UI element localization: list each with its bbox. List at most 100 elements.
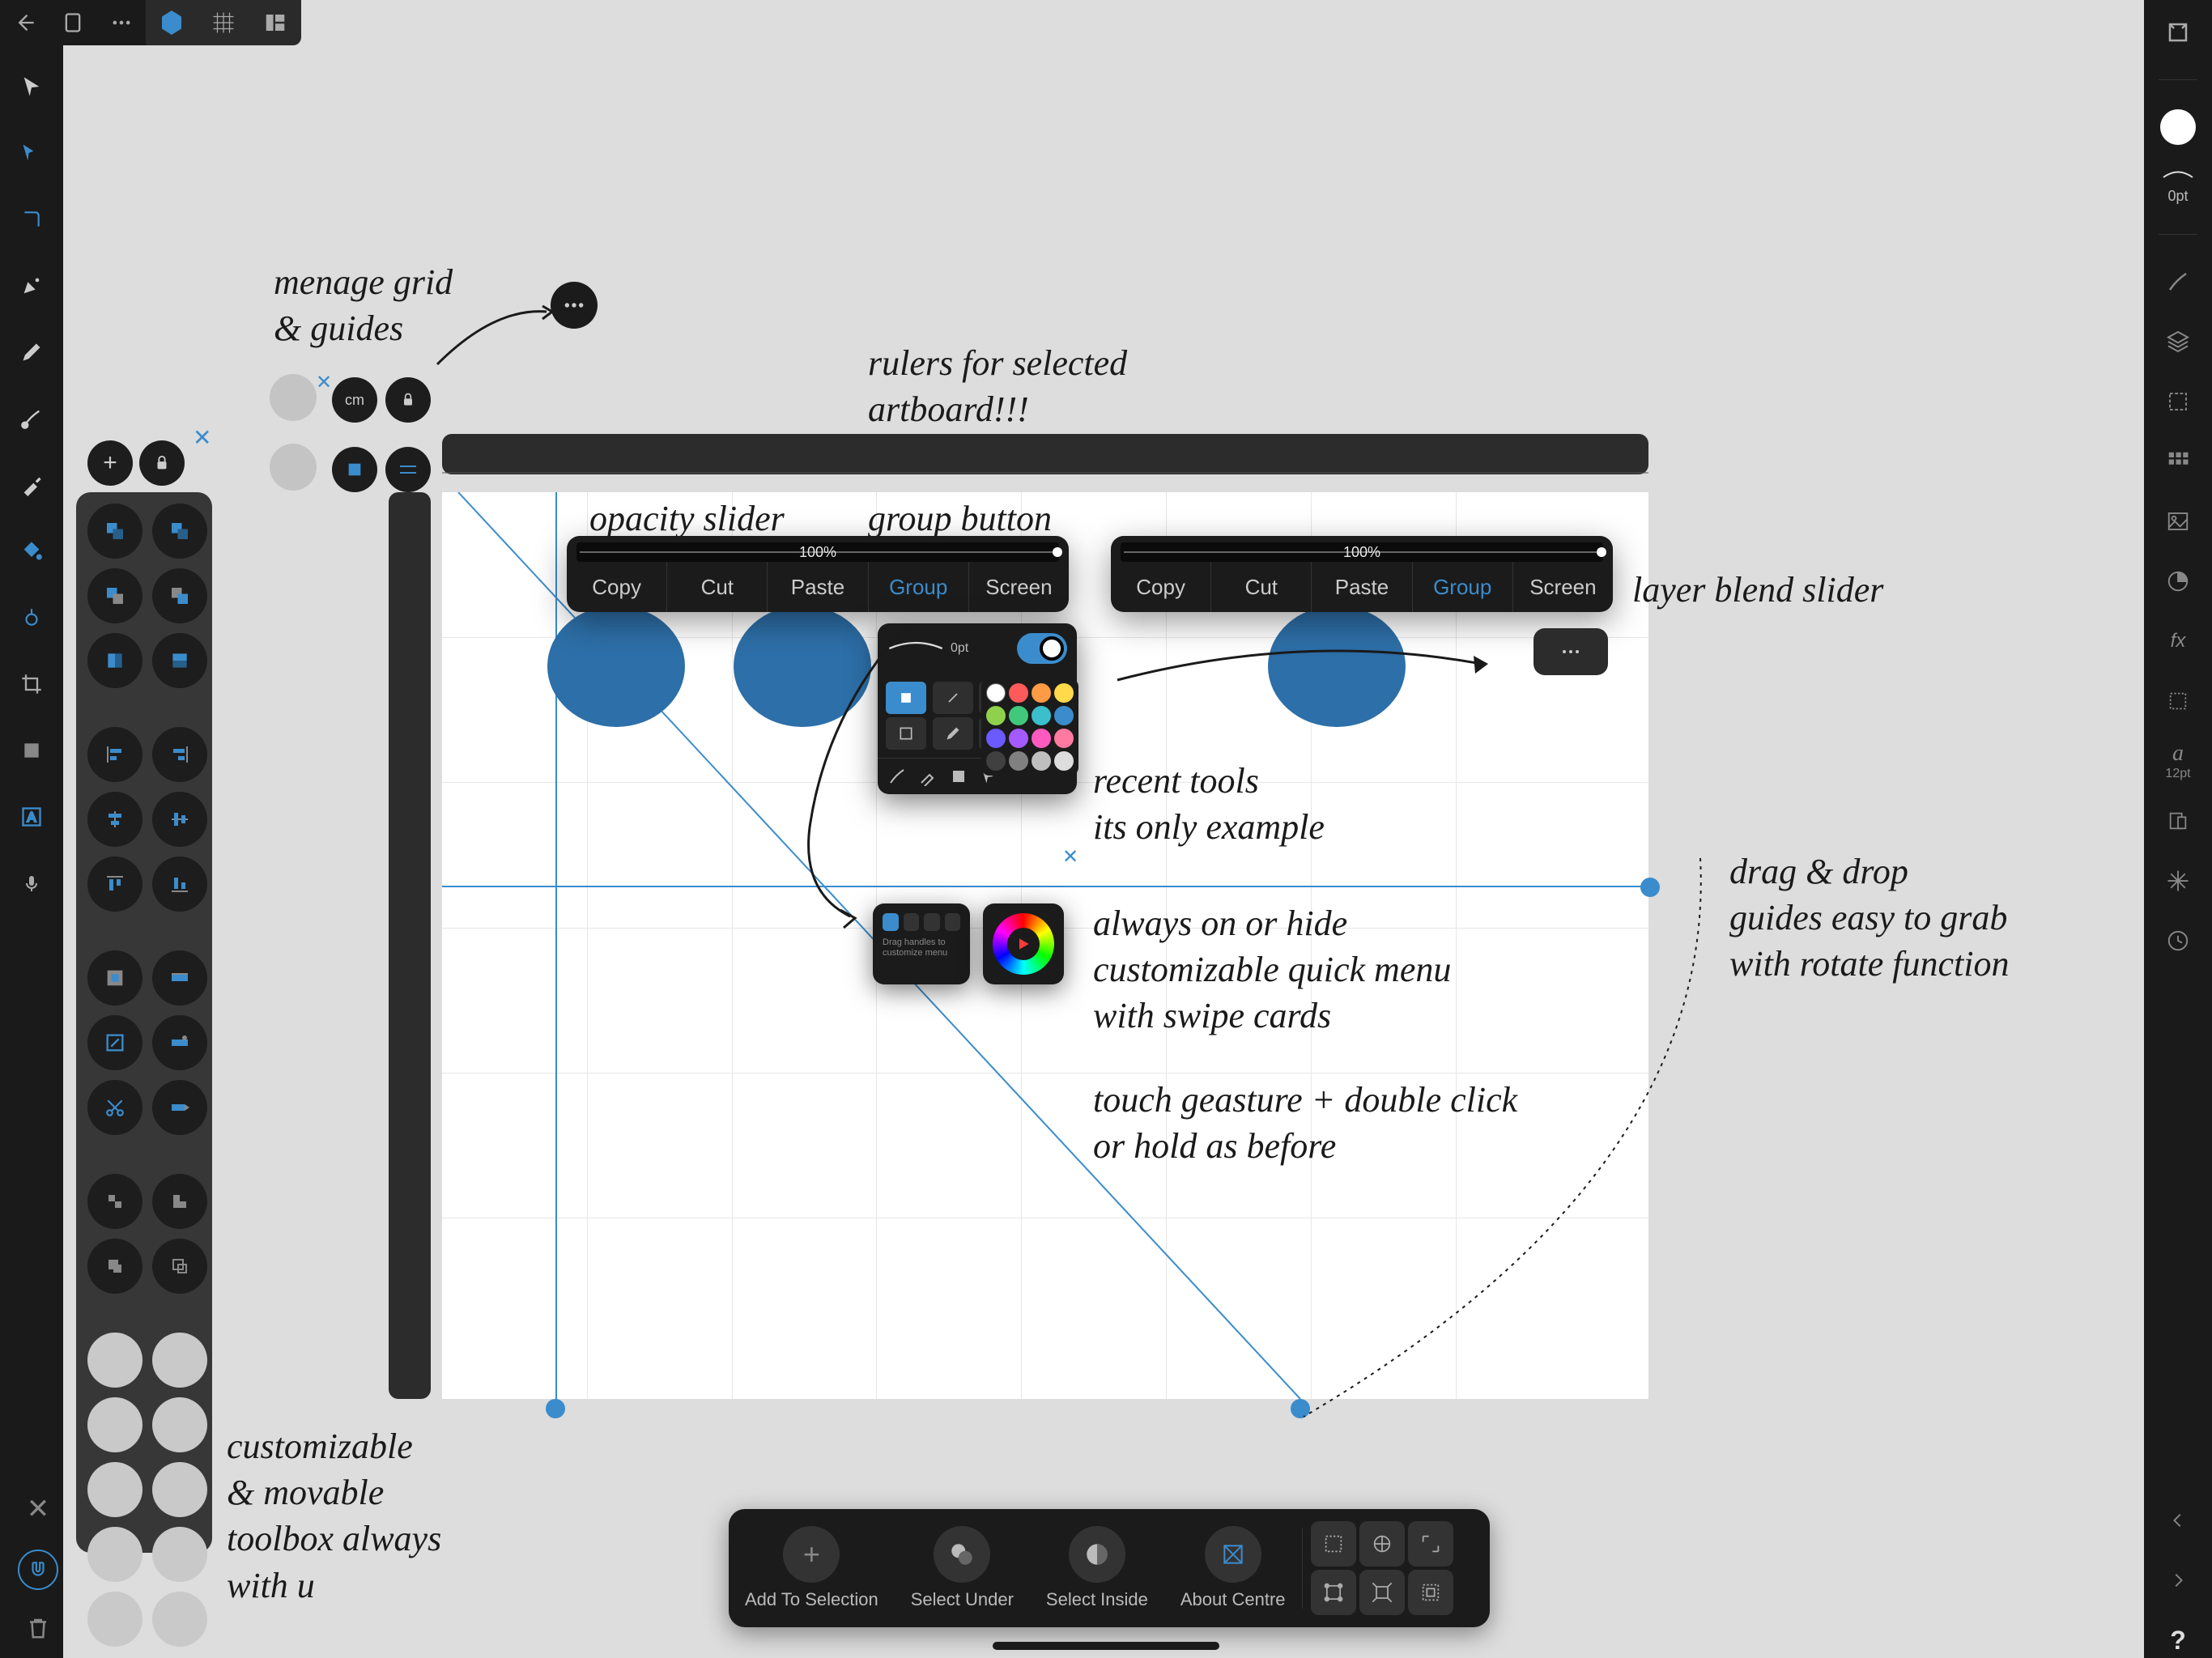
guide-handle[interactable] [1640, 878, 1660, 897]
transform-option-icon[interactable] [1408, 1570, 1453, 1615]
toolbox-btn[interactable] [152, 950, 207, 1005]
close-toolbox-icon[interactable]: ✕ [193, 424, 211, 451]
toolbox-btn[interactable] [87, 1239, 143, 1294]
color-swatch[interactable] [1054, 706, 1074, 725]
vertical-ruler[interactable] [389, 492, 431, 1399]
panels-toggle-icon[interactable] [261, 8, 290, 37]
toolbox-empty-slot[interactable] [152, 1462, 207, 1517]
selection-panel-icon[interactable] [2160, 384, 2196, 419]
toolbox-btn[interactable] [87, 504, 143, 559]
paste-button[interactable]: Paste [1312, 562, 1412, 612]
color-swatch[interactable] [986, 683, 1006, 703]
toolbox-btn[interactable] [152, 1080, 207, 1135]
toolbox-empty-slot[interactable] [87, 1592, 143, 1647]
transform-option-icon[interactable] [1359, 1521, 1405, 1567]
align-left-btn[interactable] [87, 727, 143, 782]
brush-icon[interactable] [887, 767, 907, 786]
rectangle-tool-icon[interactable] [15, 733, 49, 767]
blend-mode-button[interactable]: Screen [1513, 562, 1613, 612]
transform-option-icon[interactable] [1311, 1570, 1356, 1615]
transform-option-icon[interactable] [1359, 1570, 1405, 1615]
close-icon[interactable]: ✕ [27, 1493, 50, 1525]
fill-tool-icon[interactable] [15, 534, 49, 568]
align-vcenter-btn[interactable] [152, 792, 207, 847]
group-button[interactable]: Group [1413, 562, 1513, 612]
toolbox-btn[interactable] [152, 1174, 207, 1229]
guides-button[interactable] [385, 447, 431, 492]
pencil-tool-icon[interactable] [15, 335, 49, 369]
brush-panel-icon[interactable] [2160, 264, 2196, 300]
color-wheel-icon[interactable] [993, 913, 1054, 975]
color-wheel-card[interactable] [983, 903, 1064, 984]
color-swatch[interactable] [1032, 729, 1051, 748]
swatches-panel-icon[interactable] [2160, 444, 2196, 479]
cm-unit-button[interactable]: cm [332, 377, 377, 423]
recent-tool-icon[interactable] [886, 717, 926, 750]
corner-tool-icon[interactable] [15, 202, 49, 236]
lock-grid-button[interactable] [385, 377, 431, 423]
mic-tool-icon[interactable] [15, 866, 49, 900]
select-inside-button[interactable]: Select Inside [1030, 1526, 1164, 1610]
grid-toggle-icon[interactable] [209, 8, 238, 37]
about-centre-button[interactable]: About Centre [1164, 1526, 1302, 1610]
blend-slider[interactable]: 100% [1121, 542, 1603, 562]
color-swatch[interactable] [1054, 683, 1074, 703]
context-overflow-button[interactable] [1534, 628, 1608, 675]
eyedropper-icon[interactable] [918, 767, 938, 786]
move-tool-icon[interactable] [15, 70, 49, 104]
toolbox-btn[interactable] [152, 504, 207, 559]
crop-tool-icon[interactable] [15, 667, 49, 701]
color-swatch[interactable] [1032, 683, 1051, 703]
color-swatch[interactable] [1032, 751, 1051, 771]
color-swatch[interactable] [1009, 706, 1028, 725]
toolbox-empty-slot[interactable] [87, 1333, 143, 1388]
quick-menu-card[interactable]: Drag handles tocustomize menu [873, 903, 970, 984]
cut-btn[interactable] [87, 1080, 143, 1135]
color-swatch[interactable] [1054, 751, 1074, 771]
toolbox-empty-slot[interactable] [152, 1397, 207, 1452]
toolbox-btn[interactable] [87, 950, 143, 1005]
toolbox-empty-slot[interactable] [152, 1592, 207, 1647]
overflow-menu-icon[interactable] [107, 8, 136, 37]
shape-blob[interactable] [1268, 606, 1406, 727]
grid-preset-slot[interactable] [270, 444, 317, 491]
toolbox-btn[interactable] [87, 568, 143, 623]
color-swatch[interactable] [1032, 706, 1051, 725]
color-swatch[interactable] [1009, 683, 1028, 703]
align-bottom-btn[interactable] [152, 857, 207, 912]
transparency-tool-icon[interactable] [15, 601, 49, 635]
back-button[interactable] [10, 8, 39, 37]
toolbox-btn[interactable] [152, 1015, 207, 1070]
color-circle-icon[interactable] [2160, 109, 2196, 145]
adjustments-panel-icon[interactable] [2160, 563, 2196, 599]
grid-type-button[interactable] [332, 447, 377, 492]
expand-panel-icon[interactable] [2160, 15, 2196, 50]
lock-toolbox-button[interactable] [139, 440, 185, 486]
blend-mode-button[interactable]: Screen [969, 562, 1069, 612]
shape-blob[interactable] [547, 606, 685, 727]
color-swatch[interactable] [1009, 751, 1028, 771]
group-button[interactable]: Group [869, 562, 969, 612]
color-swatch[interactable] [986, 751, 1006, 771]
fx-panel-icon[interactable]: fx [2160, 623, 2196, 659]
pixel-panel-icon[interactable] [2160, 683, 2196, 719]
custom-toolbox[interactable] [76, 492, 212, 1553]
vertical-guide[interactable] [555, 492, 557, 1407]
toolbox-btn[interactable] [152, 568, 207, 623]
layers-panel-icon[interactable] [2160, 324, 2196, 359]
rect-icon[interactable] [949, 767, 968, 786]
add-tool-button[interactable]: + [87, 440, 133, 486]
quick-tools-toggle[interactable] [1017, 633, 1067, 664]
toolbox-empty-slot[interactable] [87, 1527, 143, 1582]
horizontal-ruler[interactable] [442, 434, 1648, 474]
text-frame-tool-icon[interactable]: A [15, 800, 49, 834]
artboard-panel-icon[interactable] [2160, 803, 2196, 839]
close-quicktools-icon[interactable]: ✕ [1062, 845, 1078, 869]
select-under-button[interactable]: Select Under [895, 1526, 1030, 1610]
transform-option-icon[interactable] [1311, 1521, 1356, 1567]
copy-button[interactable]: Copy [567, 562, 667, 612]
cut-button[interactable]: Cut [1211, 562, 1312, 612]
grid-preset-slot[interactable] [270, 374, 317, 421]
brush-tool-icon[interactable] [15, 402, 49, 436]
trash-icon[interactable] [26, 1614, 50, 1642]
